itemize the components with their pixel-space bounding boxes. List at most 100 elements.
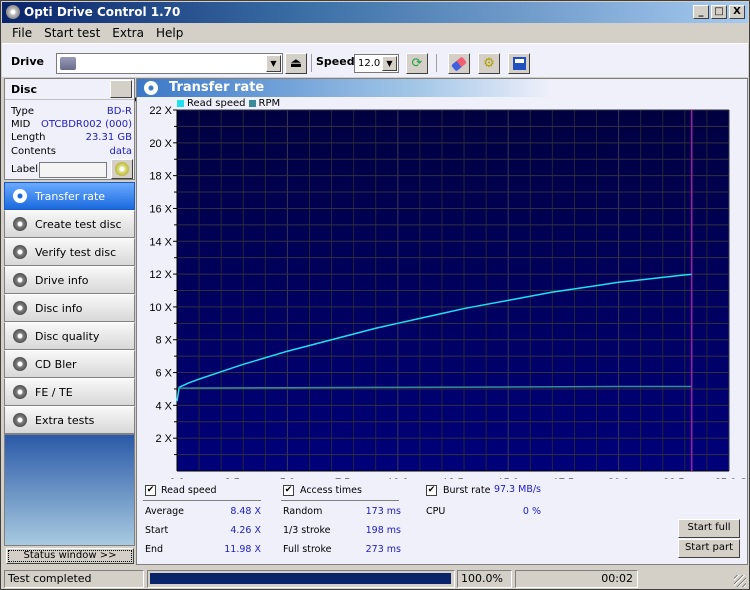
menu-bar: File Start test Extra Help <box>2 23 748 43</box>
y-tick-label: 12 X <box>149 269 172 281</box>
eject-button[interactable]: ⏏ <box>285 53 307 74</box>
chart-legend: Read speed RPM <box>177 98 280 109</box>
erase-button[interactable] <box>448 53 470 74</box>
disc-row-mid: MID OTCBDR002 (000) <box>11 119 132 130</box>
disc-icon <box>13 189 27 203</box>
drive-select[interactable]: (K:) PIONEER BD-RW BDR-S09 1.34 ▼ <box>56 53 306 108</box>
nav-label: Verify test disc <box>35 245 117 259</box>
third-stroke-label: 1/3 stroke <box>283 525 331 536</box>
floppy-disk-icon <box>512 57 526 70</box>
cpu-label: CPU <box>426 506 446 517</box>
disc-icon <box>13 329 27 343</box>
y-tick-label: 18 X <box>149 171 172 183</box>
status-bar: Test completed 100.0% 00:02 <box>2 569 748 589</box>
average-value: 8.48 X <box>230 506 261 517</box>
nav-label: FE / TE <box>35 385 73 399</box>
disc-row-length: Length 23.31 GB <box>11 132 132 143</box>
speed-label: Speed <box>316 55 355 68</box>
title-bar: Opti Drive Control 1.70 _ □ X <box>2 2 748 23</box>
x-tick-label: 2.5 <box>225 477 240 479</box>
read-speed-checkbox[interactable]: ✔ <box>145 485 156 496</box>
average-label: Average <box>145 506 185 517</box>
mid-value: OTCBDR002 (000) <box>40 119 132 130</box>
menu-extra[interactable]: Extra <box>106 23 150 43</box>
resize-grip[interactable] <box>734 575 746 587</box>
menu-help[interactable]: Help <box>150 23 189 43</box>
nav-extra-tests[interactable]: Extra tests <box>4 406 135 434</box>
nav-cd-bler[interactable]: CD Bler <box>4 350 135 378</box>
elapsed-time: 00:02 <box>515 570 638 588</box>
disc-panel-toggle-button[interactable] <box>110 80 132 98</box>
speed-select[interactable]: 12.0 X ▼ <box>354 54 399 73</box>
x-tick-label: 20.0 <box>608 477 629 479</box>
random-label: Random <box>283 506 323 517</box>
nav-create-test-disc[interactable]: Create test disc <box>4 210 135 238</box>
toolbar-separator <box>311 54 312 72</box>
disc-icon <box>13 385 27 399</box>
mid-label: MID <box>11 119 31 130</box>
minimize-button[interactable]: _ <box>693 5 709 19</box>
type-label: Type <box>11 106 34 117</box>
disc-icon <box>13 357 27 371</box>
settings-button[interactable]: ⚙ <box>478 53 500 74</box>
legend-swatch-read-speed <box>177 100 184 107</box>
start-label: Start <box>145 525 169 536</box>
y-tick-label: 14 X <box>149 236 172 248</box>
label-field-label: Label <box>11 164 38 175</box>
nav-fe-te[interactable]: FE / TE <box>4 378 135 406</box>
maximize-button[interactable]: □ <box>711 5 727 19</box>
panel-title: Transfer rate <box>169 80 265 95</box>
start-part-button[interactable]: Start part <box>678 539 740 558</box>
burst-rate-checkbox[interactable]: ✔ <box>426 485 437 496</box>
save-button[interactable] <box>508 53 530 74</box>
disc-header: Disc <box>5 79 134 100</box>
divider <box>281 500 399 501</box>
nav-label: Disc quality <box>35 329 100 343</box>
x-tick-label: 25.0 GB <box>715 477 749 479</box>
drive-info-icon <box>13 273 27 287</box>
end-label: End <box>145 544 164 555</box>
nav-disc-quality[interactable]: Disc quality <box>4 322 135 350</box>
y-tick-label: 20 X <box>149 138 172 150</box>
random-value: 173 ms <box>365 506 401 517</box>
chevron-down-icon[interactable]: ▼ <box>382 56 397 71</box>
access-times-checkbox[interactable]: ✔ <box>283 485 294 496</box>
menu-file[interactable]: File <box>6 23 38 43</box>
x-tick-label: 12.5 <box>442 477 463 479</box>
menu-start-test[interactable]: Start test <box>38 23 106 43</box>
cd-icon <box>115 162 129 176</box>
access-times-label: Access times <box>300 485 362 496</box>
nav-background <box>4 434 135 546</box>
x-tick-label: 7.5 <box>335 477 350 479</box>
nav-label: Create test disc <box>35 217 122 231</box>
contents-value: data <box>109 146 132 157</box>
close-button[interactable]: X <box>729 5 745 19</box>
refresh-button[interactable]: ⟳ <box>406 53 428 74</box>
nav-transfer-rate[interactable]: Transfer rate <box>4 182 135 210</box>
x-tick-label: 17.5 <box>553 477 574 479</box>
gears-icon: ⚙ <box>483 56 495 71</box>
legend-rpm: RPM <box>258 98 281 109</box>
contents-label: Contents <box>11 146 56 157</box>
full-stroke-value: 273 ms <box>365 544 401 555</box>
y-tick-label: 16 X <box>149 203 172 215</box>
length-label: Length <box>11 132 46 143</box>
start-full-button[interactable]: Start full <box>678 519 740 538</box>
full-stroke-label: Full stroke <box>283 544 332 555</box>
nav-verify-test-disc[interactable]: Verify test disc <box>4 238 135 266</box>
chevron-down-icon[interactable]: ▼ <box>266 55 281 72</box>
x-tick-label: 22.5 <box>663 477 684 479</box>
nav-drive-info[interactable]: Drive info <box>4 266 135 294</box>
nav-disc-info[interactable]: Disc info <box>4 294 135 322</box>
status-window-button[interactable]: Status window >> <box>6 548 134 564</box>
nav-label: Disc info <box>35 301 83 315</box>
window-title: Opti Drive Control 1.70 <box>24 5 181 19</box>
disc-icon <box>13 413 27 427</box>
y-tick-label: 4 X <box>155 400 172 412</box>
label-input[interactable] <box>39 162 107 178</box>
nav-label: Transfer rate <box>35 189 106 203</box>
read-label-button[interactable] <box>111 159 133 179</box>
x-tick-label: 10.0 <box>387 477 408 479</box>
toolbar-separator <box>436 54 437 72</box>
y-tick-label: 10 X <box>149 302 172 314</box>
